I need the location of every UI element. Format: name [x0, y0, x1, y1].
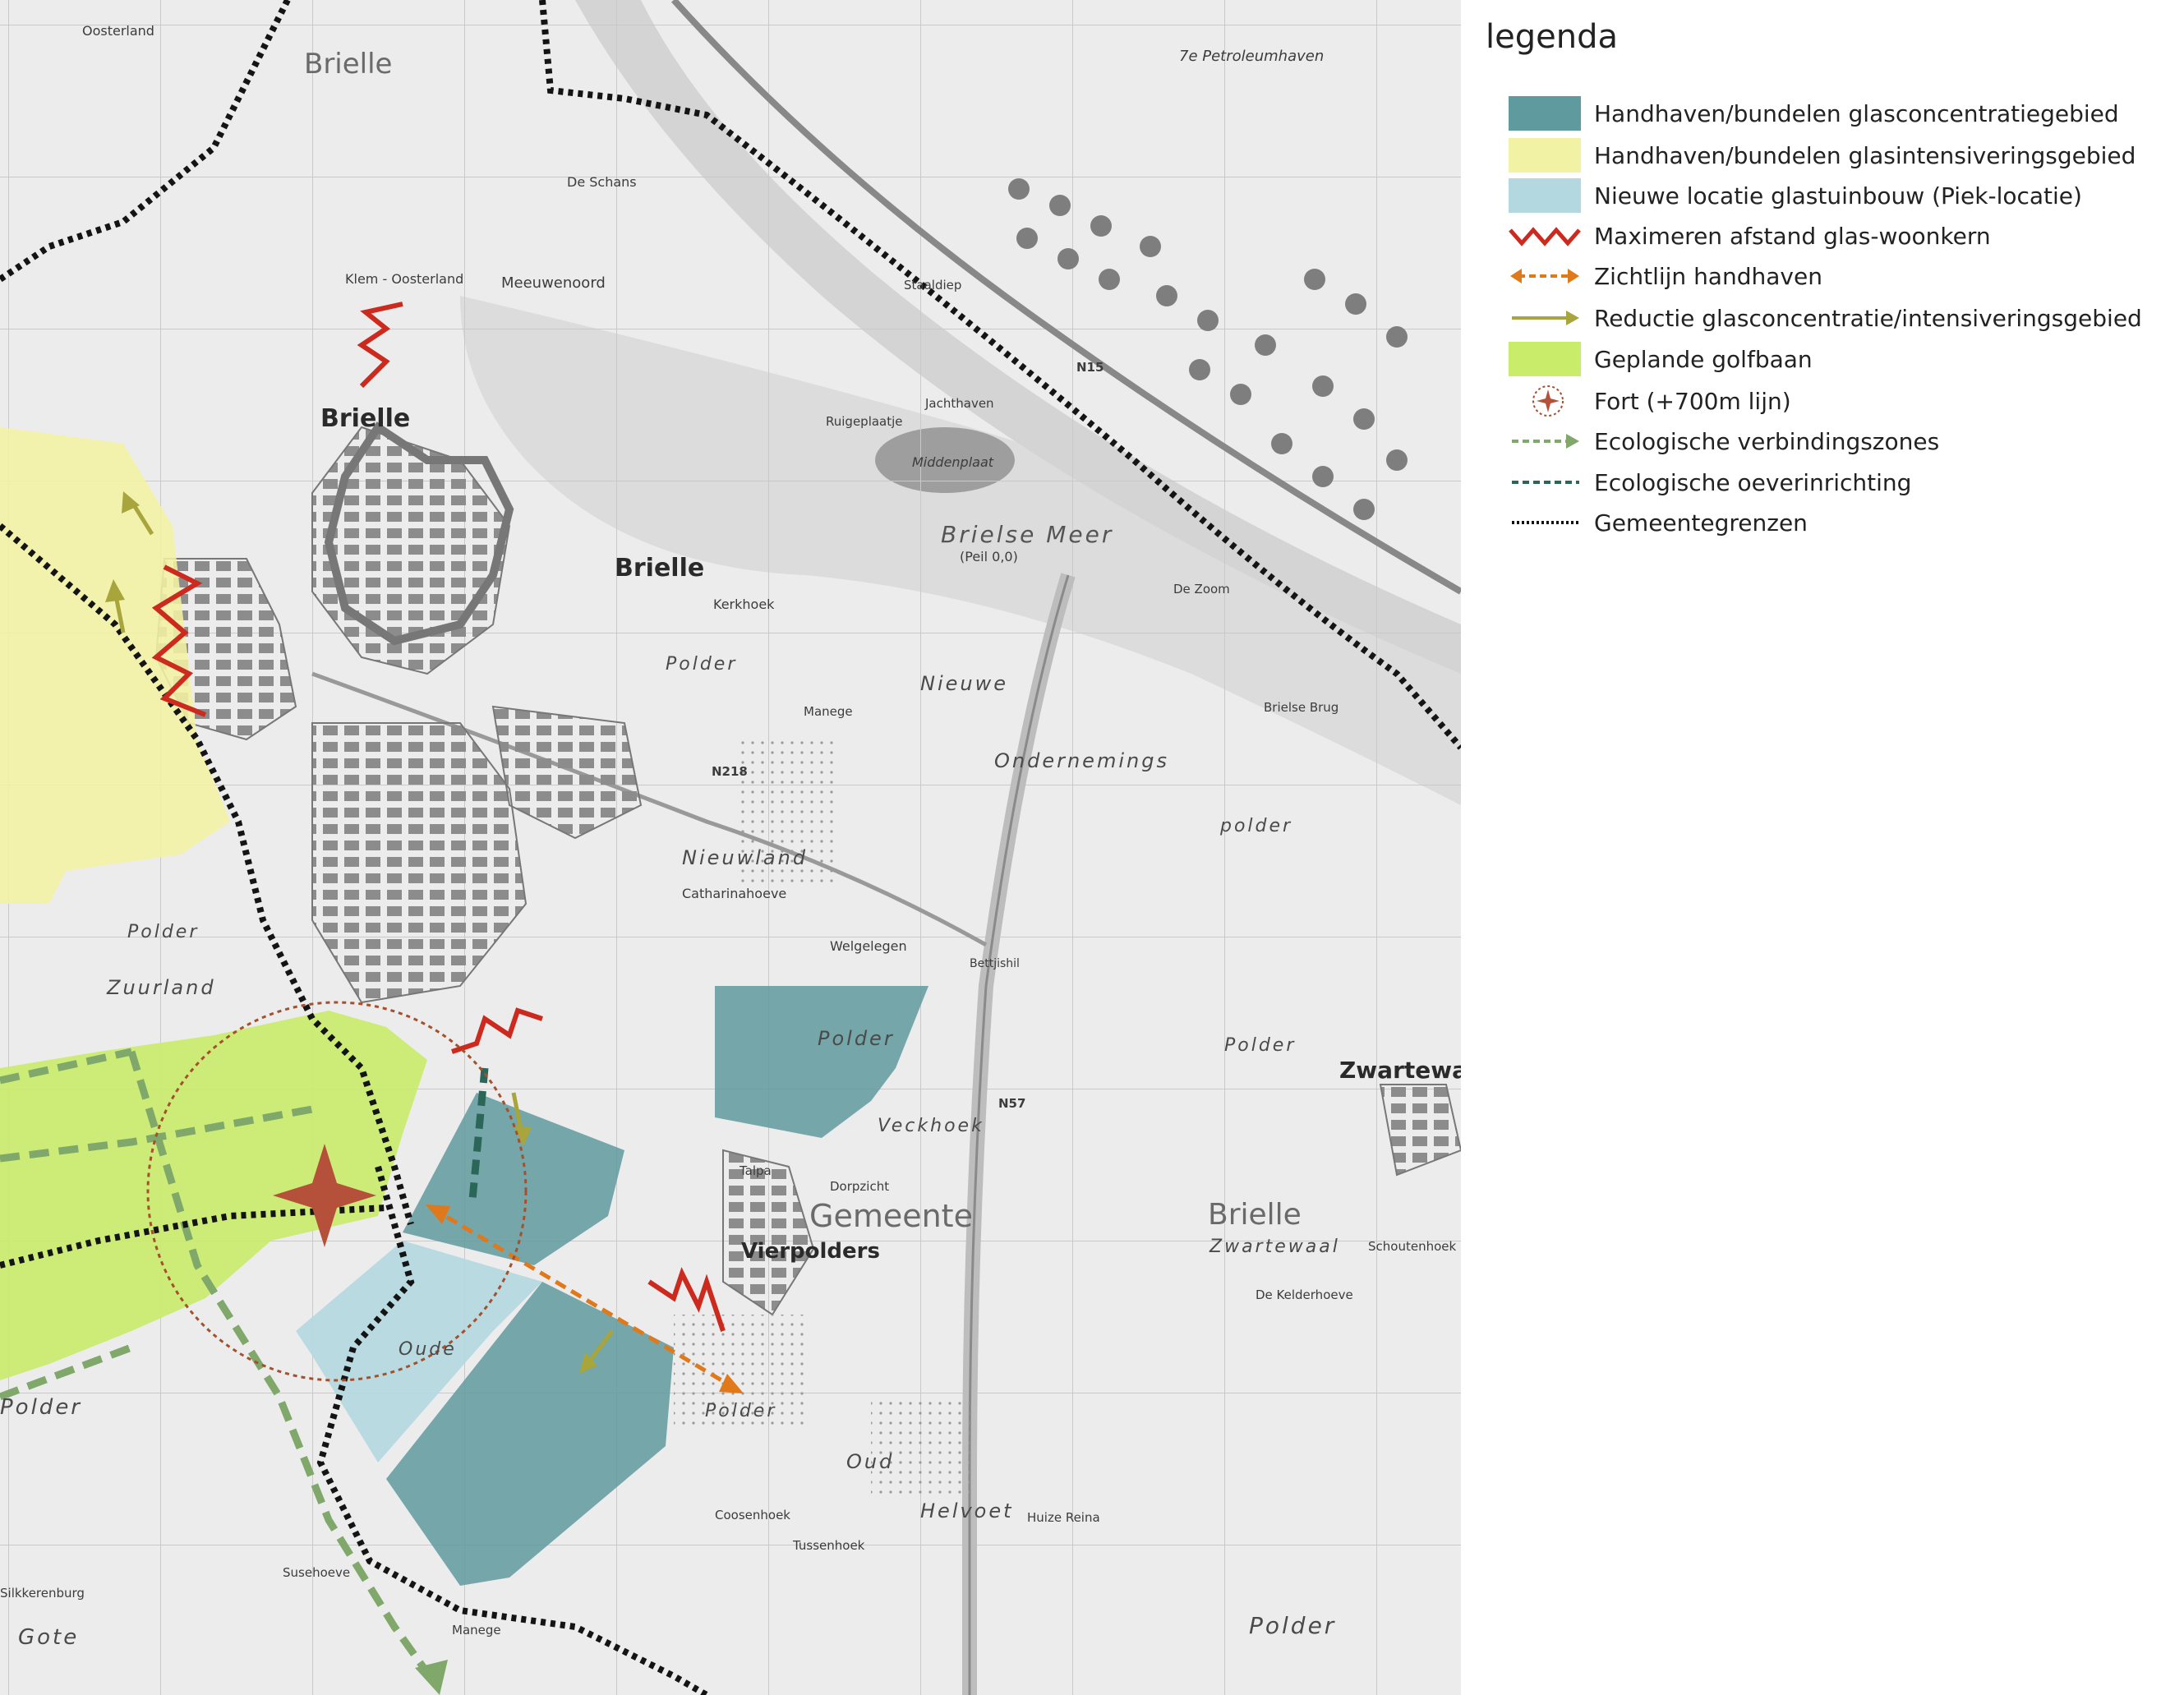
label-ruigeplaatje: Ruigeplaatje — [826, 414, 903, 429]
label-manege-north: Manege — [804, 704, 853, 719]
legend-title: legenda — [1486, 18, 1618, 56]
legend-item-verbindingszones: Ecologische verbindingszones — [1479, 422, 2184, 460]
label-welgelegen: Welgelegen — [830, 938, 907, 954]
label-sussehoeve: Susehoeve — [283, 1565, 351, 1580]
label-polder-west: Polder — [127, 922, 200, 942]
label-veckhoek: Veckhoek — [878, 1116, 984, 1136]
label-de-zoom: De Zoom — [1173, 582, 1230, 596]
label-coosenhoek: Coosenhoek — [715, 1508, 790, 1522]
label-petroleumhaven: 7e Petroleumhaven — [1179, 48, 1325, 65]
label-polder-centre: Polder — [666, 654, 738, 675]
label-peil: (Peil 0,0) — [960, 549, 1018, 564]
label-bettjishil: Bettjishil — [970, 957, 1020, 970]
legend-label: Ecologische oeverinrichting — [1594, 469, 1912, 496]
label-brielle-se: Brielle — [1208, 1198, 1302, 1232]
fill-light-blue-icon — [1509, 178, 1581, 213]
legend-label: Nieuwe locatie glastuinbouw (Piek-locati… — [1594, 182, 2082, 210]
label-silkkerenburg: Silkkerenburg — [0, 1586, 85, 1601]
legend-label: Maximeren afstand glas-woonkern — [1594, 223, 1991, 250]
label-road-n218: N218 — [712, 764, 748, 779]
legend-item-glasconcentratiegebied: Handhaven/bundelen glasconcentratiegebie… — [1479, 94, 2184, 132]
legend-item-gemeentegrenzen: Gemeentegrenzen — [1479, 504, 2184, 541]
label-brielse-brug: Brielse Brug — [1264, 700, 1339, 715]
label-road-n15: N15 — [1076, 360, 1104, 375]
orange-double-arrow-icon — [1510, 269, 1579, 283]
legend-item-piek-locatie: Nieuwe locatie glastuinbouw (Piek-locati… — [1479, 177, 2184, 214]
legend-item-reductie: Reductie glasconcentratie/intensiverings… — [1479, 299, 2184, 337]
label-polder-south: Polder — [705, 1401, 777, 1421]
label-talpa: Talpa — [740, 1163, 772, 1178]
label-polder-sw: Polder — [0, 1395, 82, 1420]
label-huize-reina: Huize Reina — [1027, 1510, 1100, 1525]
label-helvoet: Helvoet — [920, 1499, 1014, 1522]
legend-label: Fort (+700m lijn) — [1594, 388, 1791, 415]
label-nieuwe: Nieuwe — [920, 672, 1008, 695]
label-vierpolders: Vierpolders — [741, 1239, 880, 1264]
label-oud: Oud — [846, 1450, 895, 1473]
legend-label: Gemeentegrenzen — [1594, 509, 1808, 537]
label-zwartewaal-area: Zwartewaal — [1209, 1237, 1340, 1257]
label-polder-oe: polder — [1220, 816, 1293, 836]
label-schoutenhoek: Schoutenhoek — [1368, 1239, 1457, 1254]
legend: legenda Handhaven/bundelen glasconcentra… — [1479, 0, 2184, 1695]
label-gote: Gote — [18, 1625, 80, 1650]
black-dotted-line-icon — [1512, 521, 1579, 524]
label-klem-oosterland: Klem - Oosterland — [345, 271, 464, 287]
label-polder-vierpolders: Polder — [818, 1027, 895, 1050]
olive-arrow-icon — [1512, 311, 1579, 325]
label-brielle-nw: Brielle — [320, 404, 411, 433]
label-de-schans: De Schans — [567, 174, 637, 190]
label-oude: Oude — [399, 1339, 457, 1360]
label-zwartewaal-town: Zwartewaa — [1339, 1057, 1461, 1084]
legend-label: Geplande golfbaan — [1594, 346, 1813, 373]
label-zuurland: Zuurland — [107, 976, 216, 999]
label-de-kelderhoeve: De Kelderhoeve — [1256, 1287, 1353, 1302]
label-oosterland: Oosterland — [82, 23, 154, 39]
label-meeuwenoord: Meeuwenoord — [501, 274, 606, 292]
legend-item-fort: Fort (+700m lijn) — [1479, 382, 2184, 420]
label-brielle-north: Brielle — [304, 48, 393, 81]
label-kerkhoek: Kerkhoek — [713, 596, 775, 612]
legend-item-oeverinrichting: Ecologische oeverinrichting — [1479, 463, 2184, 501]
label-tussenhoek: Tussenhoek — [793, 1538, 865, 1553]
label-dorpzicht: Dorpzicht — [830, 1179, 890, 1194]
label-polder-se: Polder — [1249, 1612, 1337, 1639]
dark-green-dashed-line-icon — [1512, 481, 1579, 484]
legend-item-maximeren-afstand: Maximeren afstand glas-woonkern — [1479, 217, 2184, 255]
legend-label: Handhaven/bundelen glasconcentratiegebie… — [1594, 100, 2119, 127]
legend-item-glasintensiveringsgebied: Handhaven/bundelen glasintensiveringsgeb… — [1479, 136, 2184, 174]
label-catharinahoeve: Catharinahoeve — [682, 886, 787, 901]
label-groene-polder: Polder — [1224, 1035, 1297, 1056]
fill-lime-green-icon — [1509, 342, 1581, 376]
legend-label: Zichtlijn handhaven — [1594, 263, 1822, 290]
label-nieuwland: Nieuwland — [682, 846, 809, 869]
topographic-map[interactable]: Brielle Brielle Brielle Brielle Zwartewa… — [0, 0, 1461, 1695]
label-gemeente: Gemeente — [809, 1198, 973, 1234]
fort-star-icon — [1532, 385, 1564, 417]
legend-label: Handhaven/bundelen glasintensiveringsgeb… — [1594, 142, 2136, 169]
label-middenplaat: Middenplaat — [912, 454, 994, 470]
label-ondernemings: Ondernemings — [994, 749, 1169, 772]
legend-label: Ecologische verbindingszones — [1594, 428, 1940, 455]
legend-item-golfbaan: Geplande golfbaan — [1479, 340, 2184, 378]
red-zigzag-icon — [1509, 227, 1581, 246]
label-brielse-meer: Brielse Meer — [941, 521, 1114, 548]
legend-label: Reductie glasconcentratie/intensiverings… — [1594, 305, 2142, 332]
fill-dark-teal-icon — [1509, 96, 1581, 131]
label-manege-south: Manege — [452, 1623, 501, 1637]
label-brielle-main: Brielle — [615, 554, 705, 583]
legend-item-zichtlijn: Zichtlijn handhaven — [1479, 257, 2184, 295]
label-staaldiep: Staaldiep — [904, 278, 962, 292]
label-road-n57: N57 — [998, 1096, 1026, 1111]
green-dashed-arrow-icon — [1512, 434, 1579, 449]
fill-pale-yellow-icon — [1509, 138, 1581, 173]
label-jachthaven: Jachthaven — [925, 396, 994, 411]
